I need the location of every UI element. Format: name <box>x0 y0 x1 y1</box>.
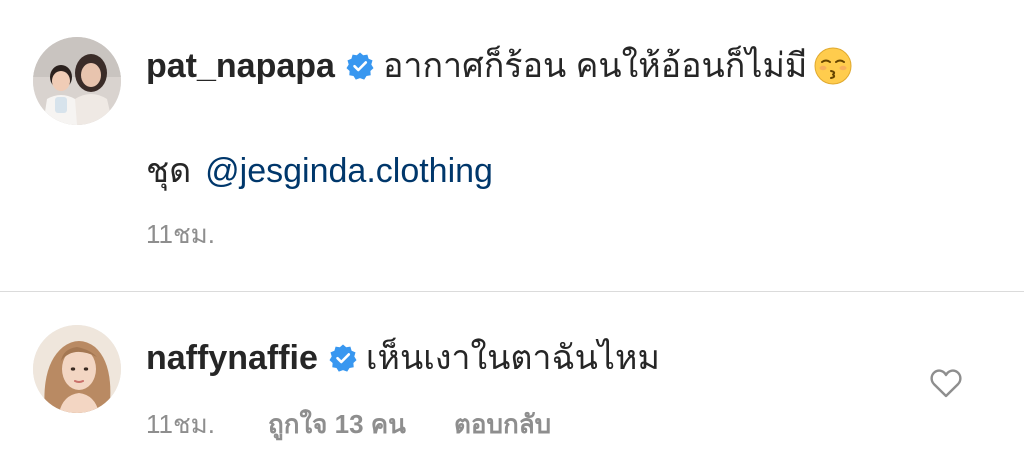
caption-author-avatar[interactable] <box>33 37 121 125</box>
heart-icon[interactable] <box>928 365 964 401</box>
caption-outfit-line: ชุด @jesginda.clothing <box>146 145 493 197</box>
comment-timestamp: 11ชม. <box>146 408 215 439</box>
comment-text: เห็นเงาในตาฉันไหม <box>365 339 660 377</box>
caption: pat_napapa อากาศก็ร้อน คนให้อ้อนก็ไม่มี <box>0 0 1024 292</box>
kissing-face-with-closed-eyes-icon <box>813 46 853 86</box>
verified-badge-icon <box>345 51 375 81</box>
comment-username[interactable]: naffynaffie <box>146 332 318 384</box>
likes-count-link[interactable]: ถูกใจ 13 คน <box>268 404 406 445</box>
commenter-avatar[interactable] <box>33 325 121 413</box>
verified-badge-icon <box>328 343 358 373</box>
comments-page: pat_napapa อากาศก็ร้อน คนให้อ้อนก็ไม่มี <box>0 0 1024 460</box>
reply-button[interactable]: ตอบกลับ <box>454 404 551 445</box>
caption-line: pat_napapa อากาศก็ร้อน คนให้อ้อนก็ไม่มี <box>146 40 853 92</box>
divider <box>0 291 1024 292</box>
caption-timestamp: 11ชม. <box>146 219 215 249</box>
mention-link[interactable]: @jesginda.clothing <box>205 145 493 197</box>
caption-text: อากาศก็ร้อน คนให้อ้อนก็ไม่มี <box>382 47 808 85</box>
caption-username[interactable]: pat_napapa <box>146 40 335 92</box>
outfit-label: ชุด <box>146 152 192 190</box>
comment-meta: 11ชม. ถูกใจ 13 คน ตอบกลับ <box>146 404 551 444</box>
comment-line: naffynaffie เห็นเงาในตาฉันไหม <box>146 332 660 384</box>
